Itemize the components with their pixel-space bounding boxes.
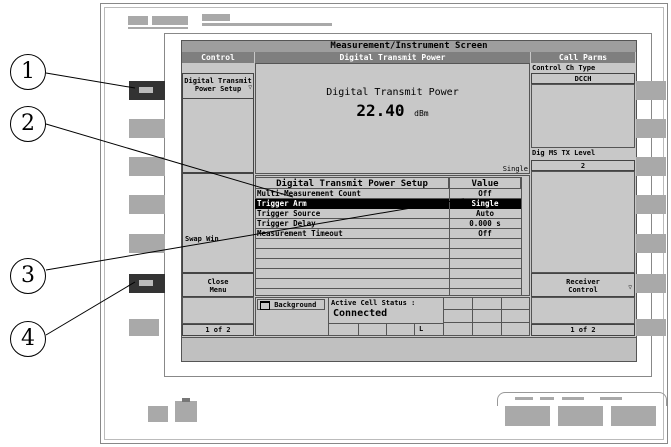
callout-leader-2 <box>45 123 294 198</box>
callout-4: 4 <box>10 321 46 357</box>
callout-2: 2 <box>10 106 46 142</box>
callout-leaders <box>45 72 465 336</box>
callout-leader-3 <box>45 198 465 271</box>
callout-leader-1 <box>45 72 136 89</box>
callout-1: 1 <box>10 54 46 90</box>
callout-3: 3 <box>10 258 46 294</box>
callout-leader-4 <box>45 281 136 336</box>
